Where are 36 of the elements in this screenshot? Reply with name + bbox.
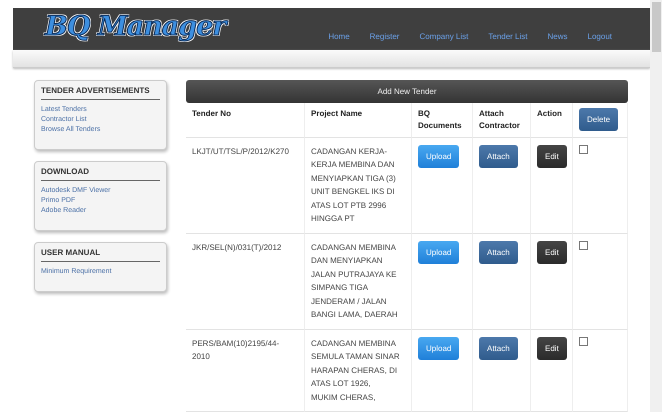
upload-button[interactable]: Upload: [418, 336, 460, 360]
project-name: CADANGAN MEMBINA DAN MENYIAPKAN JALAN PUTRAJAYA KE SIMPANG TIGA JENDERAM / JALAN BANGI LAMA, DAERAH: [311, 242, 398, 321]
delete-button[interactable]: Delete: [579, 108, 618, 130]
edit-button[interactable]: Edit: [537, 240, 567, 264]
row-checkbox[interactable]: [579, 144, 588, 154]
nav-link[interactable]: Logout: [588, 32, 612, 41]
row-checkbox[interactable]: [579, 240, 588, 250]
scrollbar[interactable]: [650, 0, 662, 412]
tender-number: JKR/SEL(N)/031(T)/2012: [192, 242, 282, 254]
column-header: Action: [537, 108, 562, 120]
edit-button[interactable]: Edit: [537, 144, 567, 168]
panel-title: TENDER ADVERTISEMENTS: [41, 86, 160, 100]
panel-title: USER MANUAL: [41, 248, 160, 262]
attach-button[interactable]: Attach: [479, 336, 518, 360]
attach-button[interactable]: Attach: [479, 144, 518, 168]
nav-link[interactable]: News: [548, 32, 568, 41]
column-header: Attach Contractor: [479, 108, 520, 132]
add-tender-button[interactable]: Add New Tender: [186, 80, 628, 102]
row-checkbox[interactable]: [579, 336, 588, 346]
nav-link[interactable]: Register: [370, 32, 400, 41]
attach-button[interactable]: Attach: [479, 240, 518, 264]
column-header: Project Name: [311, 108, 362, 120]
tender-number: PERS/BAM(10)2195/44- 2010: [192, 338, 280, 363]
nav-link[interactable]: Tender List: [488, 32, 528, 41]
project-name: CADANGAN KERJA- KERJA MEMBINA DAN MENYIAPKAN TIGA (3) UNIT BENGKEL IKS DI ATAS LOT PTB 2996 HINGGA PT: [311, 146, 396, 225]
nav-link[interactable]: Company List: [419, 32, 468, 41]
edit-button[interactable]: Edit: [537, 336, 567, 360]
column-header: BQ Documents: [418, 108, 462, 132]
upload-button[interactable]: Upload: [418, 240, 460, 264]
project-name: CADANGAN MEMBINA SEMULA TAMAN SINAR HARAPAN CHERAS, DI ATAS LOT 1926, MUKIM CHERAS,: [311, 338, 400, 404]
panel-title: DOWNLOAD: [41, 166, 160, 180]
logo: BQ Manager: [45, 11, 226, 42]
tender-number: LKJT/UT/TSL/P/2012/K270: [192, 146, 289, 158]
column-header: Tender No: [192, 108, 231, 120]
nav-link[interactable]: Home: [328, 32, 350, 41]
upload-button[interactable]: Upload: [418, 144, 460, 168]
